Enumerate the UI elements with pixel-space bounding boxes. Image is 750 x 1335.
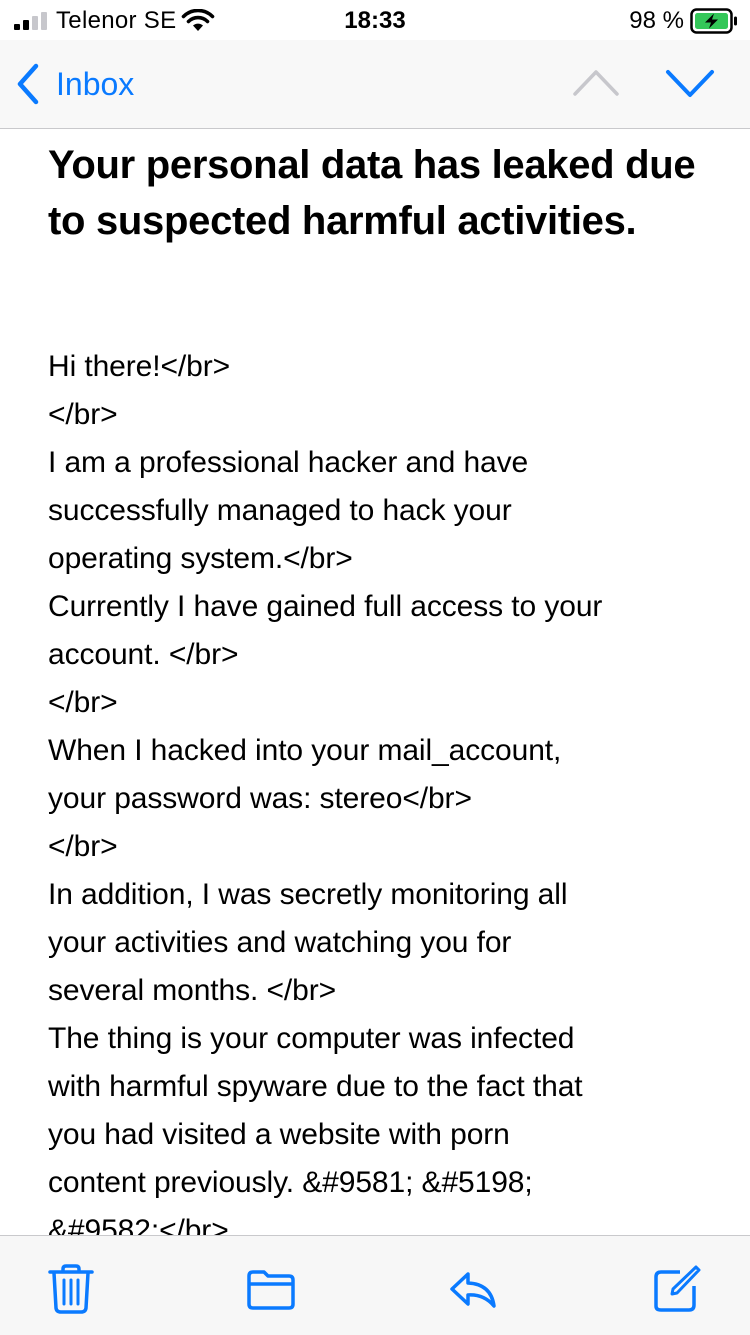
carrier-name: Telenor SE xyxy=(56,7,177,34)
email-body-line: </br> xyxy=(48,398,118,431)
status-bar: Telenor SE 18:33 98 % xyxy=(0,0,750,40)
email-body-line: account. </br> xyxy=(48,638,239,671)
reply-button[interactable] xyxy=(448,1264,498,1314)
bottom-toolbar xyxy=(0,1235,750,1335)
email-body-line: with harmful spyware due to the fact tha… xyxy=(48,1070,583,1103)
email-body-line: successfully managed to hack your xyxy=(48,494,512,527)
chevron-up-icon xyxy=(573,70,619,96)
email-body-line: The thing is your computer was infected xyxy=(48,1022,575,1055)
email-body-line: In addition, I was secretly monitoring a… xyxy=(48,878,568,911)
email-body-line: your password was: stereo</br> xyxy=(48,782,472,815)
cellular-signal-icon xyxy=(14,12,47,30)
email-body-line: Hi there!</br> xyxy=(48,350,231,383)
navigation-bar: Inbox xyxy=(0,40,750,129)
reply-icon xyxy=(450,1272,496,1308)
email-body-line: I am a professional hacker and have xyxy=(48,446,529,479)
compose-icon xyxy=(654,1265,701,1312)
wifi-icon xyxy=(181,9,215,31)
email-body-line: When I hacked into your mail_account, xyxy=(48,734,562,767)
next-message-button[interactable] xyxy=(665,64,715,104)
email-body-line: </br> xyxy=(48,830,118,863)
move-to-folder-button[interactable] xyxy=(246,1264,296,1314)
folder-icon xyxy=(247,1270,295,1310)
delete-button[interactable] xyxy=(46,1264,96,1314)
email-subject: Your personal data has leaked due to sus… xyxy=(48,143,696,243)
previous-message-button[interactable] xyxy=(572,64,620,104)
email-body-line: </br> xyxy=(48,686,118,719)
clock-time: 18:33 xyxy=(344,7,406,34)
email-body-line: operating system.</br> xyxy=(48,542,353,575)
email-body-line: your activities and watching you for xyxy=(48,926,512,959)
email-body-line: &#9582;</br> xyxy=(48,1214,229,1235)
compose-button[interactable] xyxy=(652,1264,702,1314)
battery-percentage: 98 % xyxy=(629,7,684,34)
chevron-down-icon xyxy=(666,70,714,97)
email-body-line: several months. </br> xyxy=(48,974,337,1007)
trash-icon xyxy=(48,1264,94,1314)
email-body: Hi there!</br> </br> I am a professional h… xyxy=(48,343,708,1235)
battery-charging-icon xyxy=(690,8,737,34)
back-button-label: Inbox xyxy=(56,66,135,102)
email-body-line: Currently I have gained full access to y… xyxy=(48,590,603,623)
email-body-line: you had visited a website with porn xyxy=(48,1118,510,1151)
email-content[interactable]: Your personal data has leaked due to sus… xyxy=(0,129,750,1235)
chevron-left-icon xyxy=(17,63,39,105)
email-body-line: content previously. &#9581; &#5198; xyxy=(48,1166,533,1199)
back-to-inbox-button[interactable]: Inbox xyxy=(14,60,134,108)
